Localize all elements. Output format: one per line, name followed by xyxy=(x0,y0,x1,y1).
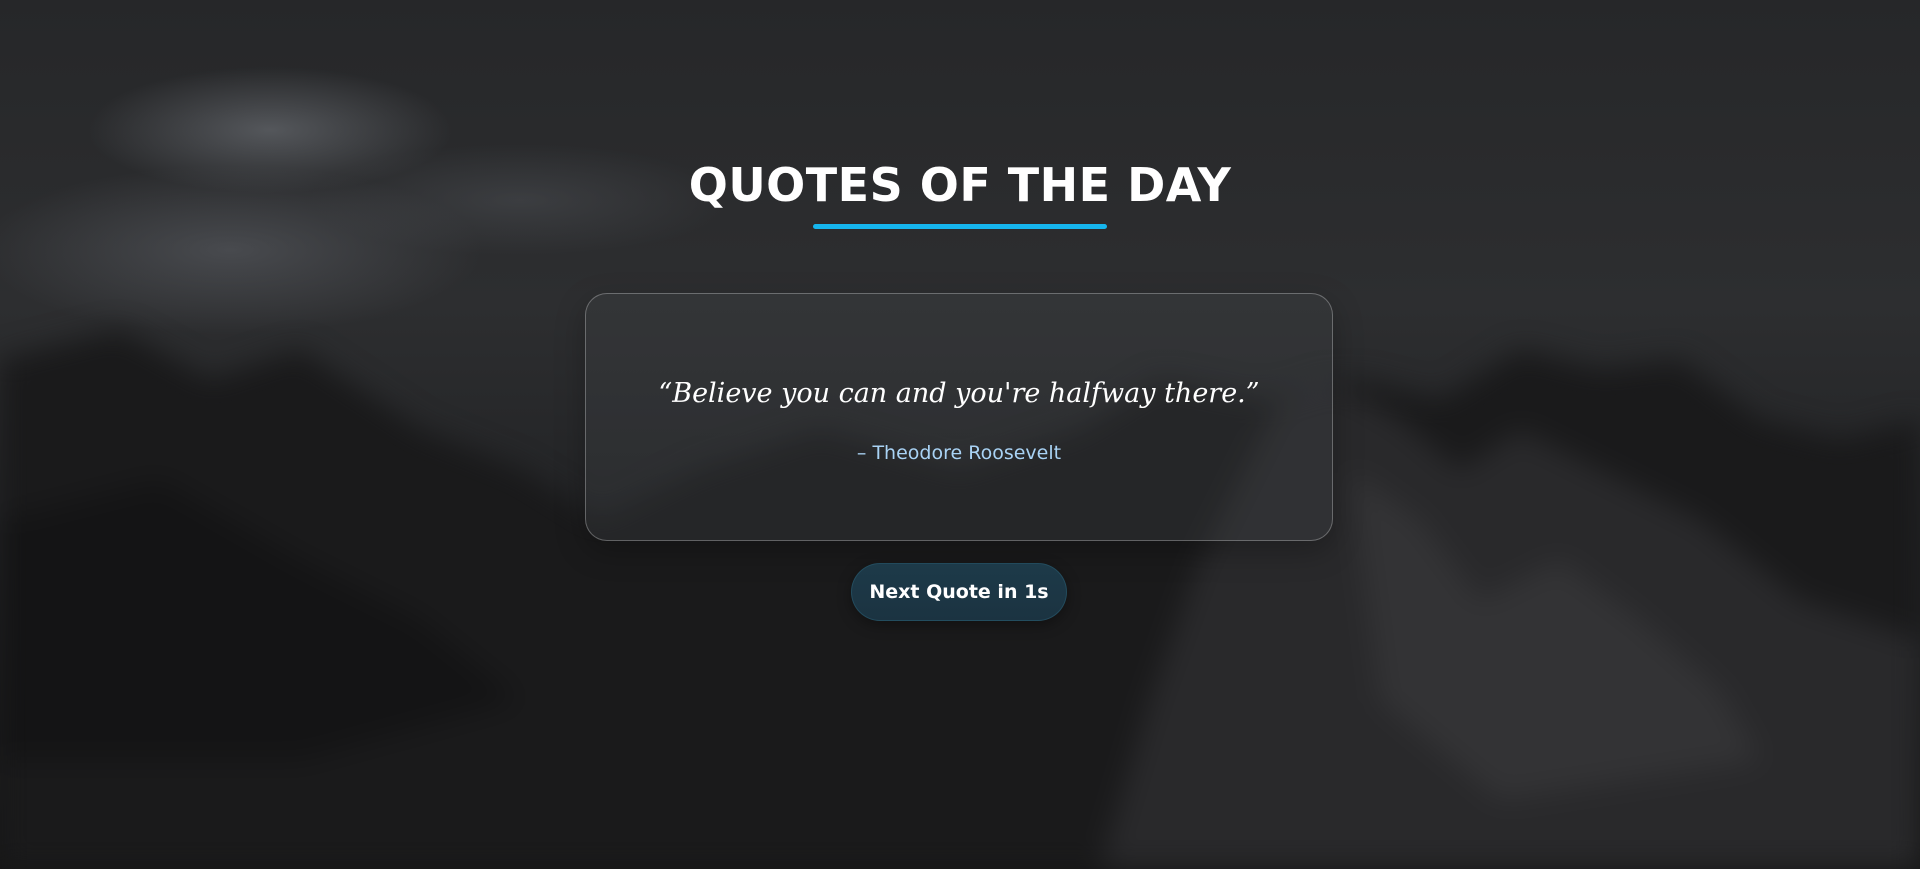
quote-text: “Believe you can and you're halfway ther… xyxy=(658,378,1260,409)
page-title: QUOTES OF THE DAY xyxy=(688,158,1232,212)
quote-author: – Theodore Roosevelt xyxy=(856,442,1062,464)
header: QUOTES OF THE DAY xyxy=(0,152,1920,229)
title-underline xyxy=(813,224,1107,229)
quote-card: “Believe you can and you're halfway ther… xyxy=(585,293,1333,541)
next-quote-button[interactable]: Next Quote in 1s xyxy=(851,563,1067,621)
